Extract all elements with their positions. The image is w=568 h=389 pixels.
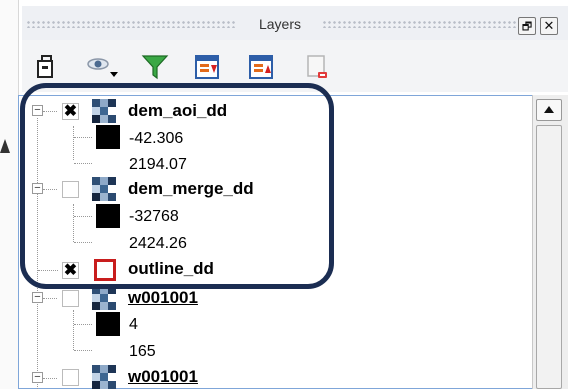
raster-layer-icon <box>92 286 116 310</box>
raster-layer-icon <box>92 177 116 201</box>
tree-connector <box>74 350 92 351</box>
panel-title-bar[interactable]: Layers 🗗 ✕ <box>22 6 568 40</box>
legend-min-value: 4 <box>129 316 138 333</box>
arrow-up-icon <box>0 139 10 153</box>
legend-color-swatch <box>96 312 120 336</box>
collapse-toggle[interactable]: − <box>32 372 43 383</box>
layer-name[interactable]: dem_merge_dd <box>128 179 254 199</box>
layer-name[interactable]: w001001 <box>128 288 198 308</box>
raster-layer-icon <box>92 99 116 123</box>
vertical-scrollbar[interactable] <box>532 95 568 389</box>
collapse-toggle[interactable]: − <box>32 183 43 194</box>
layer-name[interactable]: dem_aoi_dd <box>128 101 227 121</box>
layers-toolbar <box>22 40 568 92</box>
tree-connector <box>74 324 92 325</box>
legend-max-value: 2194.07 <box>129 156 187 173</box>
filter-funnel-icon <box>141 55 169 80</box>
filter-button[interactable] <box>140 52 170 82</box>
tree-connector <box>74 242 92 243</box>
tree-root-line <box>37 118 38 389</box>
expand-all-button[interactable] <box>192 52 222 82</box>
tree-branch-line <box>73 204 74 242</box>
legend-max-value: 2424.26 <box>129 235 187 252</box>
legend-min-value: -32768 <box>129 208 179 225</box>
tree-connector <box>38 270 58 271</box>
legend-color-swatch <box>96 125 120 149</box>
left-edge-strip <box>0 0 19 389</box>
layer-visibility-checkbox[interactable] <box>62 181 79 198</box>
restore-icon: 🗗 <box>521 21 533 33</box>
raster-layer-icon <box>92 365 116 389</box>
title-grip-right <box>322 20 530 28</box>
layer-visibility-checkbox[interactable]: ✖ <box>62 103 79 120</box>
layer-name[interactable]: outline_dd <box>128 259 214 279</box>
remove-layer-icon <box>307 55 327 78</box>
tree-branch-line <box>73 310 74 350</box>
layer-name[interactable]: w001001 <box>128 367 198 387</box>
title-grip-left <box>26 20 236 28</box>
collapse-all-icon <box>249 55 273 79</box>
tree-connector <box>43 111 57 112</box>
visibility-button[interactable] <box>84 52 124 82</box>
scroll-thumb[interactable] <box>536 125 562 389</box>
minus-icon: − <box>34 291 41 303</box>
add-group-button[interactable] <box>32 52 62 82</box>
layer-visibility-checkbox[interactable] <box>62 369 79 386</box>
expand-all-icon <box>195 55 219 79</box>
visibility-eye-icon <box>87 58 118 77</box>
minus-icon: − <box>34 182 41 194</box>
tree-connector <box>43 298 57 299</box>
tree-branch-line <box>73 126 74 160</box>
tree-connector <box>43 378 57 379</box>
remove-layer-button[interactable] <box>302 52 332 82</box>
layer-visibility-checkbox[interactable]: ✖ <box>62 262 79 279</box>
restore-button[interactable]: 🗗 <box>518 17 536 35</box>
collapse-all-button[interactable] <box>246 52 276 82</box>
legend-min-value: -42.306 <box>129 130 184 147</box>
polygon-layer-icon <box>94 259 116 281</box>
scroll-up-button[interactable] <box>536 99 562 121</box>
check-icon: ✖ <box>63 103 78 120</box>
tree-connector <box>43 189 57 190</box>
collapse-toggle[interactable]: − <box>32 105 43 116</box>
legend-color-swatch <box>96 204 120 228</box>
tree-connector <box>74 137 92 138</box>
legend-max-value: 165 <box>129 343 156 360</box>
add-group-icon <box>37 55 53 78</box>
tree-connector <box>74 216 92 217</box>
close-icon: ✕ <box>543 18 555 33</box>
close-button[interactable]: ✕ <box>540 17 558 35</box>
layer-visibility-checkbox[interactable] <box>62 290 79 307</box>
check-icon: ✖ <box>63 262 78 279</box>
minus-icon: − <box>34 371 41 383</box>
tree-connector <box>74 163 92 164</box>
panel-title: Layers <box>258 16 302 32</box>
minus-icon: − <box>34 104 41 116</box>
collapse-toggle[interactable]: − <box>32 292 43 303</box>
